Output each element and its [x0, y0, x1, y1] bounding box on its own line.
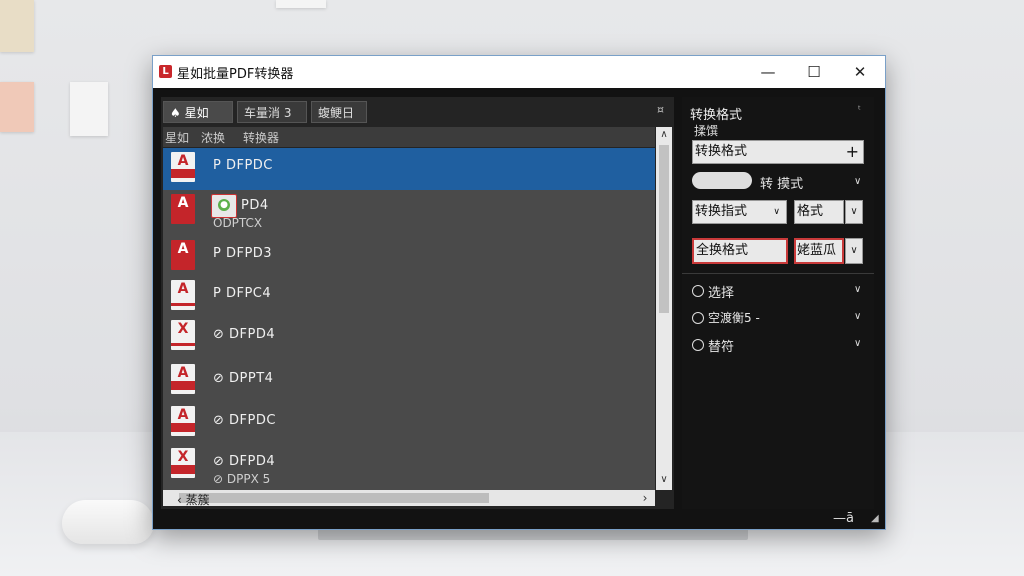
settings-title: 转换格式 — [690, 108, 743, 123]
option-radio[interactable] — [692, 312, 704, 324]
file-row[interactable]: A ⊘ DPPT4 — [163, 358, 655, 400]
pdf-file-icon: A — [171, 406, 195, 436]
option-label: 空渡衡5 - — [708, 311, 760, 325]
settings-subtitle: 揉馔 — [694, 124, 719, 138]
file-name: PD4 — [241, 198, 269, 213]
tab-queue[interactable]: 车量消 3 — [237, 101, 307, 123]
option-radio[interactable] — [692, 285, 704, 297]
column-converter[interactable]: 转换器 — [243, 129, 279, 146]
status-text: —ā — [833, 511, 854, 526]
pdf-file-icon: A — [171, 194, 195, 224]
format-input[interactable]: 转换格式 + — [692, 140, 864, 164]
chevron-down-icon[interactable]: ∨ — [845, 200, 863, 224]
file-row[interactable]: A ● PD4 ODPTCX — [163, 190, 655, 236]
divider — [682, 273, 874, 274]
file-name: ⊘ DFPD4 — [213, 327, 276, 342]
minimize-button[interactable]: — — [745, 56, 791, 88]
app-window: L 星如批量PDF转换器 — ☐ ✕ ♠ 星如 车量消 3 蝮鲠日 ¤ 星如 浓… — [152, 55, 886, 530]
format-select-2[interactable]: 格式 — [794, 200, 844, 224]
wall-sticky-note — [70, 82, 108, 136]
pdf-file-icon: A — [171, 152, 195, 182]
chevron-down-icon[interactable]: ∨ — [845, 238, 863, 264]
convert-status-icon: ● — [211, 194, 237, 218]
column-name[interactable]: 星如 — [165, 129, 189, 146]
add-icon[interactable]: + — [846, 141, 859, 163]
pin-icon[interactable]: ¤ — [657, 103, 664, 116]
option-label: 选择 — [708, 286, 735, 301]
pdf-file-icon: A — [171, 240, 195, 270]
title-bar: L 星如批量PDF转换器 — ☐ ✕ — [153, 56, 885, 88]
file-row[interactable]: A P DFPC4 — [163, 276, 655, 318]
file-row[interactable]: X ⊘ DFPD4 ⊘ DPPX 5 — [163, 444, 655, 490]
clock-icon[interactable] — [692, 339, 704, 351]
close-button[interactable]: ✕ — [837, 56, 883, 88]
mode-toggle[interactable] — [692, 172, 752, 189]
format-select[interactable]: 转换指式 ∨ — [692, 200, 787, 224]
hscroll-thumb[interactable] — [179, 493, 489, 503]
chevron-down-icon: ∨ — [773, 207, 780, 217]
pdf-file-icon: A — [171, 364, 195, 394]
wall-sticky-note — [0, 0, 34, 52]
column-type[interactable]: 浓换 — [201, 129, 225, 146]
pdf-file-icon: X — [171, 320, 195, 350]
window-title: 星如批量PDF转换器 — [177, 67, 294, 82]
settings-panel: 转换格式 ᵗ 揉馔 转换格式 + 转 摸式 ∨ 转换指式 ∨ 格式 ∨ 全换格式… — [682, 97, 874, 509]
pdf-file-icon: X — [171, 448, 195, 478]
output-dir-button[interactable]: 姥蓝瓜 — [794, 238, 844, 264]
wall-sticky-note — [0, 82, 34, 132]
maximize-button[interactable]: ☐ — [791, 56, 837, 88]
scroll-down-icon[interactable]: ∨ — [656, 474, 672, 485]
file-name: ⊘ DFPD4 — [213, 454, 276, 469]
tab-log[interactable]: 蝮鲠日 — [311, 101, 367, 123]
pin-icon[interactable]: ᵗ — [858, 105, 861, 116]
toggle-label: 转 摸式 — [760, 177, 804, 192]
resize-grip-icon[interactable]: ◢ — [871, 513, 879, 524]
file-row[interactable]: A ⊘ DFPDC — [163, 402, 655, 444]
option-label: 替符 — [708, 340, 735, 355]
chevron-down-icon[interactable]: ∨ — [854, 284, 861, 295]
file-name: P DFPDC — [213, 158, 273, 173]
file-list: A P DFPDC A ● PD4 ODPTCX A P DFPD3 A P D… — [163, 148, 655, 490]
pdf-file-icon: A — [171, 280, 195, 310]
scroll-thumb[interactable] — [659, 145, 669, 313]
file-subname: ⊘ DPPX 5 — [213, 472, 271, 486]
convert-all-button[interactable]: 全换格式 — [692, 238, 788, 264]
file-name: ⊘ DPPT4 — [213, 371, 274, 386]
column-header: 星如 浓换 转换器 — [163, 127, 655, 147]
file-row[interactable]: A P DFPDC — [163, 148, 655, 190]
vertical-scrollbar[interactable]: ∧ ∨ — [656, 127, 672, 490]
scroll-right-icon[interactable]: › — [637, 491, 653, 505]
app-icon: L — [159, 65, 172, 78]
file-name: ⊘ DFPDC — [213, 413, 276, 428]
scroll-up-icon[interactable]: ∧ — [656, 129, 672, 140]
file-subname: ODPTCX — [213, 216, 263, 230]
chevron-down-icon[interactable]: ∨ — [854, 338, 861, 349]
file-name: P DFPD3 — [213, 246, 273, 261]
hscroll-label: ‹ 蒸簇 — [177, 493, 210, 507]
tab-xingru[interactable]: ♠ 星如 — [163, 101, 233, 123]
file-row[interactable]: X ⊘ DFPD4 — [163, 316, 655, 358]
file-row[interactable]: A P DFPD3 — [163, 236, 655, 278]
chevron-down-icon[interactable]: ∨ — [854, 311, 861, 322]
mouse — [62, 500, 154, 544]
file-name: P DFPC4 — [213, 286, 272, 301]
file-panel: ♠ 星如 车量消 3 蝮鲠日 ¤ 星如 浓换 转换器 A P DFPDC A ●… — [161, 97, 674, 509]
wall-sticky-note — [276, 0, 326, 8]
chevron-down-icon[interactable]: ∨ — [854, 176, 861, 187]
horizontal-scrollbar[interactable]: ‹ 蒸簇 › — [163, 490, 655, 507]
